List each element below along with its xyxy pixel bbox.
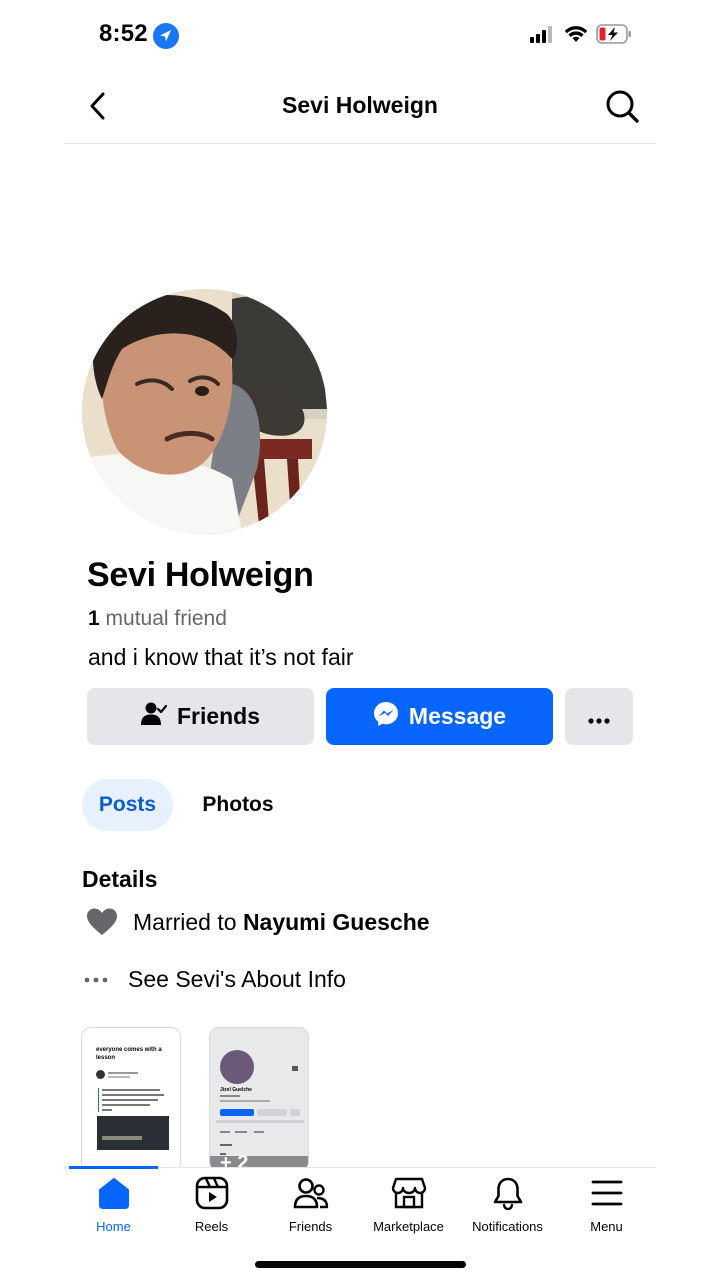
more-dots-icon — [588, 704, 610, 730]
mutual-friends[interactable]: 1 mutual friend — [88, 607, 227, 631]
status-bar: 8:52 — [0, 0, 720, 70]
relationship-row[interactable]: Married to Nayumi Guesche — [82, 908, 430, 936]
tab-photos[interactable]: Photos — [185, 779, 291, 831]
marketplace-icon — [391, 1176, 427, 1215]
battery-icon — [596, 24, 632, 49]
nav-friends[interactable]: Friends — [261, 1176, 360, 1234]
header-title: Sevi Holweign — [282, 92, 438, 118]
story-thumbnail[interactable]: Jizel Guelche + 2 — [209, 1027, 309, 1172]
profile-bio: and i know that it’s not fair — [88, 644, 354, 670]
home-indicator — [255, 1261, 466, 1268]
friends-check-icon — [140, 702, 168, 732]
about-info-row[interactable]: See Sevi's About Info — [82, 966, 346, 993]
friends-icon — [293, 1176, 329, 1215]
friends-button[interactable]: Friends — [87, 688, 314, 745]
messenger-icon — [373, 701, 399, 733]
nav-notifications[interactable]: Notifications — [458, 1176, 557, 1234]
more-dots-icon — [82, 977, 110, 983]
status-time: 8:52 — [99, 20, 148, 47]
story-profile-name: Jizel Guelche — [220, 1087, 252, 1093]
mutual-label: mutual friend — [99, 607, 227, 630]
about-info-link: See Sevi's About Info — [128, 966, 346, 992]
active-tab-indicator — [69, 1166, 158, 1169]
profile-picture[interactable] — [82, 289, 327, 534]
married-prefix: Married to — [133, 908, 243, 935]
profile-name: Sevi Holweign — [87, 556, 314, 594]
nav-home-label: Home — [96, 1219, 131, 1234]
location-arrow-icon — [153, 23, 179, 49]
nav-menu-label: Menu — [590, 1219, 623, 1234]
story-caption: everyone comes with a lesson — [96, 1047, 162, 1061]
message-button-label: Message — [408, 703, 507, 729]
message-button[interactable]: Message — [326, 688, 553, 745]
home-icon — [97, 1176, 131, 1215]
reels-icon — [195, 1176, 229, 1215]
nav-reels[interactable]: Reels — [162, 1176, 261, 1234]
story-thumbnail[interactable]: everyone comes with a lesson — [81, 1027, 181, 1172]
status-icons — [530, 24, 632, 49]
nav-reels-label: Reels — [194, 1219, 229, 1234]
nav-marketplace[interactable]: Marketplace — [359, 1176, 458, 1234]
nav-menu[interactable]: Menu — [557, 1176, 656, 1234]
nav-home[interactable]: Home — [64, 1176, 163, 1234]
top-navigation-bar: Sevi Holweign — [64, 70, 656, 144]
mutual-count: 1 — [88, 607, 100, 630]
menu-icon — [590, 1176, 624, 1215]
wifi-icon — [564, 25, 588, 48]
nav-marketplace-label: Marketplace — [373, 1219, 444, 1234]
nav-notifications-label: Notifications — [472, 1219, 543, 1234]
details-heading: Details — [82, 866, 158, 892]
spouse-name[interactable]: Nayumi Guesche — [243, 909, 430, 936]
search-icon[interactable] — [604, 88, 640, 124]
tab-posts[interactable]: Posts — [82, 779, 173, 831]
bell-icon — [491, 1176, 525, 1215]
nav-friends-label: Friends — [288, 1219, 333, 1234]
more-options-button[interactable] — [565, 688, 633, 745]
heart-icon — [82, 908, 122, 936]
friends-button-label: Friends — [176, 703, 261, 729]
bottom-navigation: Home Reels Friends Marketplace Notificat… — [64, 1166, 656, 1247]
signal-icon — [530, 25, 556, 48]
